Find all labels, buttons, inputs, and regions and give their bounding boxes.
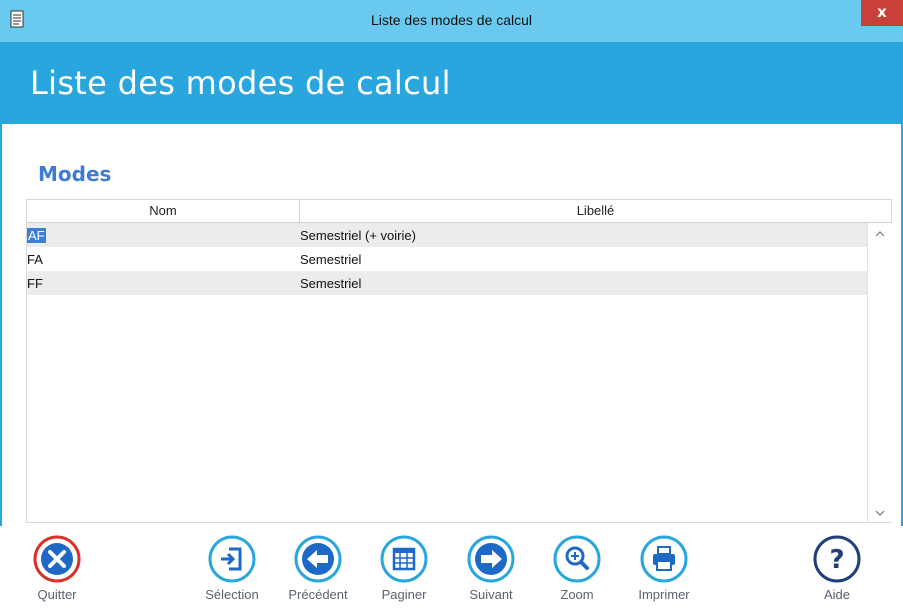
- quitter-label: Quitter: [37, 587, 77, 602]
- window-title: Liste des modes de calcul: [370, 12, 533, 28]
- svg-text:?: ?: [829, 545, 844, 575]
- zoom-button[interactable]: Zoom: [542, 534, 612, 602]
- selection-button[interactable]: Sélection: [197, 534, 267, 602]
- zoom-label: Zoom: [560, 587, 594, 602]
- table-row[interactable]: FA Semestriel: [27, 247, 867, 271]
- cell-nom: FF: [27, 276, 43, 291]
- imprimer-label: Imprimer: [638, 587, 690, 602]
- table-row[interactable]: FF Semestriel: [27, 271, 867, 295]
- close-button[interactable]: x: [861, 0, 903, 26]
- grid-icon: [369, 534, 439, 584]
- paginer-button[interactable]: Paginer: [369, 534, 439, 602]
- table-header: Nom Libellé: [27, 200, 891, 223]
- suivant-label: Suivant: [469, 587, 513, 602]
- imprimer-button[interactable]: Imprimer: [629, 534, 699, 602]
- table-row[interactable]: AF Semestriel (+ voirie): [27, 223, 867, 247]
- section-title: Modes: [38, 162, 112, 186]
- arrow-left-icon: [283, 534, 353, 584]
- scroll-down-icon[interactable]: [874, 506, 886, 518]
- help-icon: ?: [802, 534, 872, 584]
- modes-table[interactable]: Nom Libellé AF Semestriel (+ voirie) FA …: [26, 199, 892, 523]
- printer-icon: [629, 534, 699, 584]
- scroll-up-icon[interactable]: [874, 227, 886, 239]
- table-body: AF Semestriel (+ voirie) FA Semestriel F…: [27, 223, 867, 295]
- page-header: Liste des modes de calcul: [0, 42, 903, 124]
- suivant-button[interactable]: Suivant: [456, 534, 526, 602]
- column-header-nom[interactable]: Nom: [27, 200, 300, 222]
- enter-icon: [197, 534, 267, 584]
- close-circle-icon: [22, 534, 92, 584]
- page-title: Liste des modes de calcul: [30, 64, 451, 102]
- precedent-label: Précédent: [288, 587, 348, 602]
- cell-nom: FA: [27, 252, 43, 267]
- zoom-in-icon: [542, 534, 612, 584]
- arrow-right-icon: [456, 534, 526, 584]
- cell-libelle: Semestriel: [300, 276, 362, 291]
- selection-label: Sélection: [205, 587, 259, 602]
- aide-button[interactable]: ? Aide: [802, 534, 872, 602]
- column-header-libelle[interactable]: Libellé: [300, 200, 891, 222]
- cell-libelle: Semestriel (+ voirie): [300, 228, 416, 243]
- vertical-scrollbar[interactable]: [867, 223, 892, 522]
- aide-label: Aide: [823, 587, 851, 602]
- quitter-button[interactable]: Quitter: [22, 534, 92, 602]
- cell-nom: AF: [27, 228, 46, 243]
- precedent-button[interactable]: Précédent: [283, 534, 353, 602]
- cell-libelle: Semestriel: [300, 252, 362, 267]
- paginer-label: Paginer: [381, 587, 427, 602]
- window-titlebar[interactable]: Liste des modes de calcul x: [0, 0, 903, 42]
- action-toolbar: Quitter Sélection Précédent Paginer Suiv…: [0, 526, 903, 615]
